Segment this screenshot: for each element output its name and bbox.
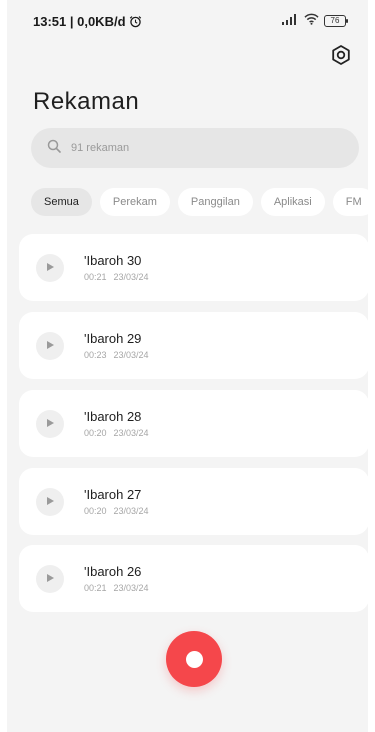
recording-duration: 00:21 [84, 583, 107, 593]
recording-meta: 00:21 23/03/24 [84, 272, 149, 282]
recording-title: 'Ibaroh 29 [84, 331, 142, 346]
play-icon [45, 415, 55, 433]
alarm-icon [129, 15, 142, 28]
search-input[interactable]: 91 rekaman [31, 128, 359, 168]
recording-item[interactable]: 'Ibaroh 28 00:20 23/03/24 [19, 390, 368, 457]
recording-item[interactable]: 'Ibaroh 29 00:23 23/03/24 [19, 312, 368, 379]
status-right: 76 [281, 12, 348, 30]
tab-semua[interactable]: Semua [31, 188, 92, 216]
page-title: Rekaman [33, 88, 140, 115]
settings-icon [330, 44, 352, 71]
recording-meta: 00:23 23/03/24 [84, 350, 149, 360]
search-icon [47, 139, 61, 158]
play-button[interactable] [36, 488, 64, 516]
recording-date: 23/03/24 [113, 350, 149, 360]
recording-title: 'Ibaroh 27 [84, 487, 142, 502]
recording-date: 23/03/24 [113, 428, 149, 438]
recording-meta: 00:21 23/03/24 [84, 583, 149, 593]
recording-meta: 00:20 23/03/24 [84, 428, 149, 438]
filter-tabs: Semua Perekam Panggilan Aplikasi FM [31, 188, 368, 216]
settings-button[interactable] [328, 44, 354, 70]
status-bar: 13:51 | 0,0KB/d 76 [7, 0, 368, 40]
recording-title: 'Ibaroh 26 [84, 564, 142, 579]
recording-item[interactable]: 'Ibaroh 26 00:21 23/03/24 [19, 545, 368, 612]
search-placeholder: 91 rekaman [71, 142, 130, 154]
recording-duration: 00:20 [84, 506, 107, 516]
battery-icon: 76 [324, 15, 348, 27]
recording-duration: 00:21 [84, 272, 107, 282]
play-button[interactable] [36, 332, 64, 360]
recording-title: 'Ibaroh 30 [84, 253, 142, 268]
recording-duration: 00:20 [84, 428, 107, 438]
tab-perekam[interactable]: Perekam [99, 188, 170, 216]
recording-date: 23/03/24 [113, 272, 149, 282]
play-button[interactable] [36, 254, 64, 282]
recording-duration: 00:23 [84, 350, 107, 360]
tab-fm[interactable]: FM [332, 188, 368, 216]
recording-item[interactable]: 'Ibaroh 27 00:20 23/03/24 [19, 468, 368, 535]
tab-aplikasi[interactable]: Aplikasi [260, 188, 325, 216]
play-icon [45, 259, 55, 277]
recording-meta: 00:20 23/03/24 [84, 506, 149, 516]
play-button[interactable] [36, 565, 64, 593]
recording-title: 'Ibaroh 28 [84, 409, 142, 424]
recording-item[interactable]: 'Ibaroh 30 00:21 23/03/24 [19, 234, 368, 301]
play-icon [45, 337, 55, 355]
signal-icon [281, 12, 299, 30]
play-icon [45, 493, 55, 511]
recorder-screen: 13:51 | 0,0KB/d 76 Rekaman 91 rekaman Se… [7, 0, 368, 732]
wifi-icon [304, 12, 319, 30]
status-time-speed: 13:51 | 0,0KB/d [33, 14, 126, 29]
record-button[interactable] [166, 631, 222, 687]
recording-date: 23/03/24 [113, 583, 149, 593]
play-button[interactable] [36, 410, 64, 438]
record-icon [185, 650, 203, 668]
recording-date: 23/03/24 [113, 506, 149, 516]
status-left: 13:51 | 0,0KB/d [33, 14, 142, 29]
play-icon [45, 570, 55, 588]
tab-panggilan[interactable]: Panggilan [177, 188, 253, 216]
